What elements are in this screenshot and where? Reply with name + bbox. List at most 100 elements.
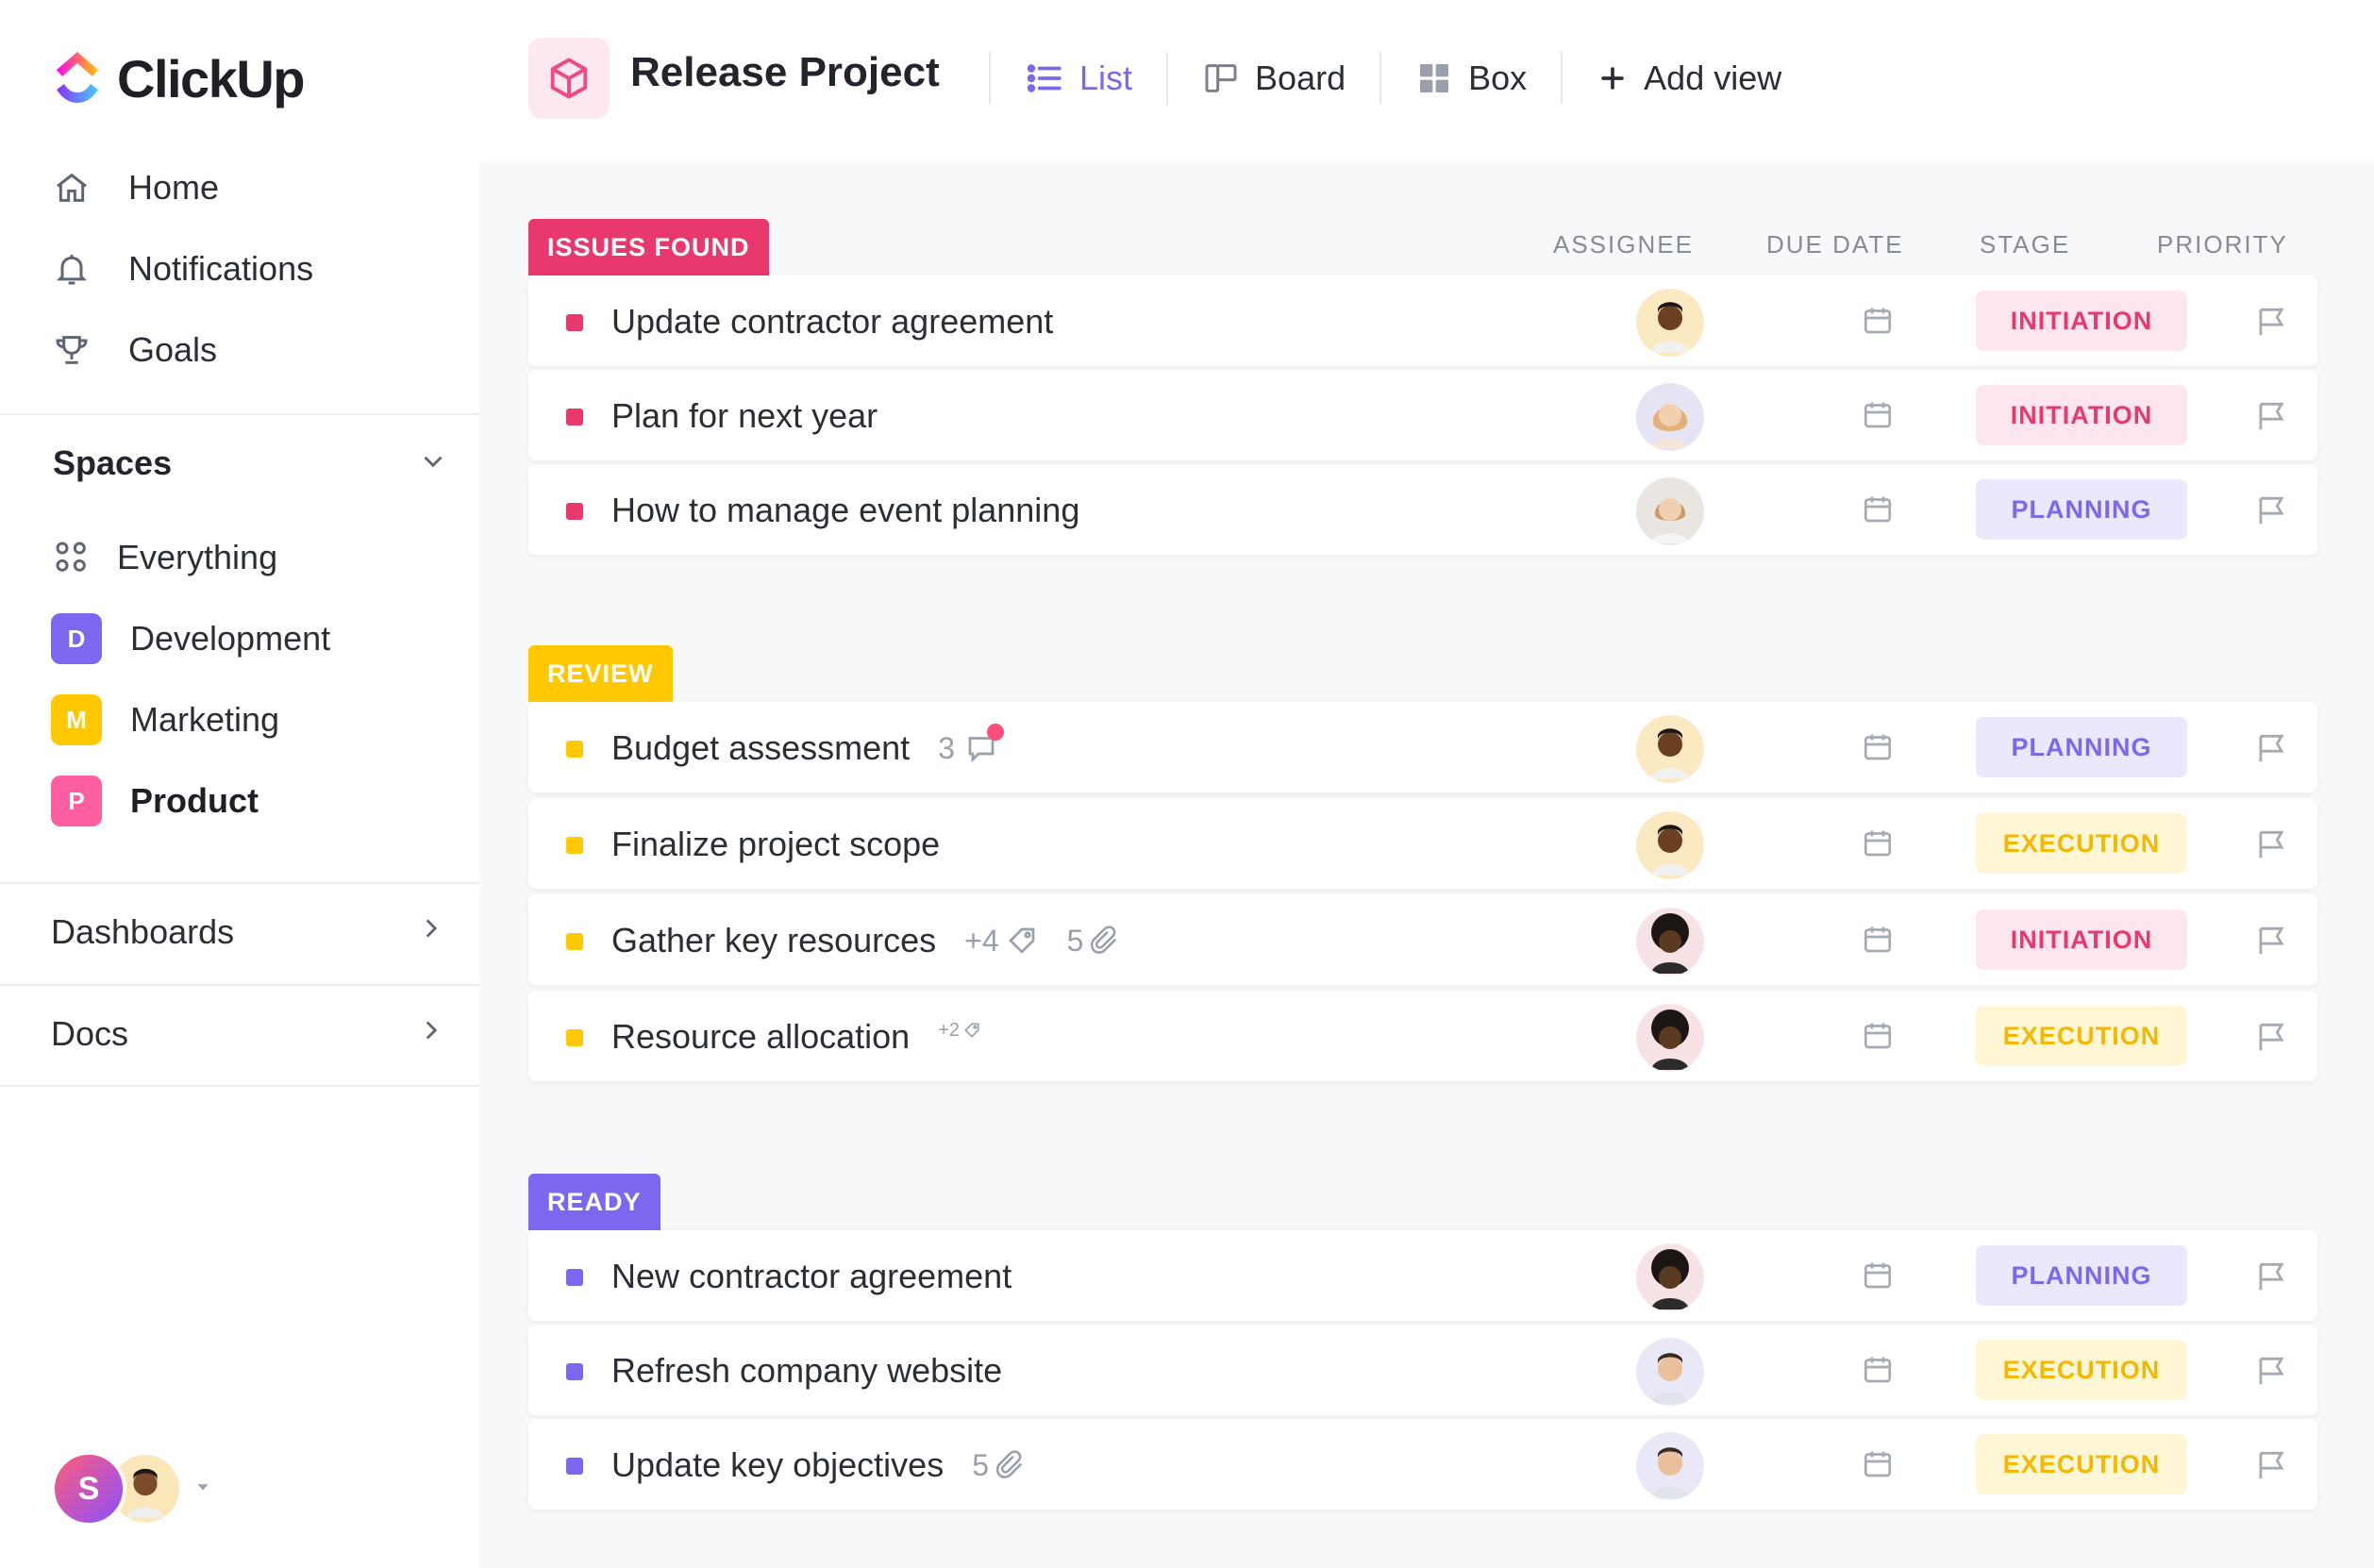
task-title: Update contractor agreement: [611, 302, 1054, 341]
bell-icon: [51, 248, 92, 290]
column-priority[interactable]: PRIORITY: [2157, 230, 2288, 259]
flag-icon[interactable]: [2253, 304, 2289, 344]
status-dot: [566, 1363, 583, 1380]
space-marketing[interactable]: M Marketing: [51, 679, 330, 760]
assignee-avatar[interactable]: [1636, 715, 1704, 783]
paperclip-icon: [1091, 926, 1117, 954]
task-name[interactable]: Gather key resources +4 5: [611, 921, 1121, 960]
stage-badge[interactable]: INITIATION: [1976, 909, 2187, 970]
spaces-header[interactable]: Spaces: [53, 440, 449, 487]
logo[interactable]: ClickUp: [51, 45, 306, 111]
tab-box[interactable]: Box: [1381, 45, 1561, 111]
calendar-icon[interactable]: [1861, 398, 1895, 437]
stage-badge[interactable]: PLANNING: [1976, 479, 2187, 540]
task-title: Resource allocation: [611, 1017, 911, 1056]
stage-badge[interactable]: EXECUTION: [1976, 813, 2187, 874]
calendar-icon[interactable]: [1861, 1447, 1895, 1486]
stage-badge[interactable]: EXECUTION: [1976, 1340, 2187, 1400]
stage-badge[interactable]: INITIATION: [1976, 291, 2187, 351]
flag-icon[interactable]: [2253, 1259, 2289, 1299]
task-name[interactable]: Budget assessment 3: [611, 724, 1004, 768]
task-name[interactable]: How to manage event planning: [611, 491, 1079, 530]
assignee-avatar[interactable]: [1636, 908, 1704, 976]
add-view-button[interactable]: Add view: [1563, 45, 1815, 111]
assignee-avatar[interactable]: [1636, 477, 1704, 545]
flag-icon[interactable]: [2253, 730, 2289, 771]
nav-goals[interactable]: Goals: [51, 309, 313, 391]
status-dot: [566, 1029, 583, 1046]
task-row[interactable]: Update contractor agreement INITIATION: [528, 275, 2317, 366]
chevron-down-icon[interactable]: [417, 445, 449, 482]
nav-home[interactable]: Home: [51, 147, 313, 228]
calendar-icon[interactable]: [1861, 826, 1895, 865]
column-stage[interactable]: STAGE: [1980, 230, 2070, 259]
calendar-icon[interactable]: [1861, 1353, 1895, 1392]
top-bar: Release Project List Board Box Add view: [479, 0, 2374, 162]
task-name[interactable]: Refresh company website: [611, 1351, 1002, 1391]
group-label-issues-found[interactable]: ISSUES FOUND: [528, 219, 769, 275]
stage-badge[interactable]: PLANNING: [1976, 717, 2187, 777]
calendar-icon[interactable]: [1861, 492, 1895, 531]
task-row[interactable]: Refresh company website EXECUTION: [528, 1325, 2317, 1415]
sidebar-dashboards[interactable]: Dashboards: [51, 882, 447, 982]
assignee-avatar[interactable]: [1636, 1004, 1704, 1072]
stage-badge[interactable]: EXECUTION: [1976, 1434, 2187, 1494]
assignee-avatar[interactable]: [1636, 1338, 1704, 1406]
calendar-icon[interactable]: [1861, 923, 1895, 961]
task-row[interactable]: Finalize project scope EXECUTION: [528, 798, 2317, 889]
sidebar-docs[interactable]: Docs: [51, 984, 447, 1084]
stage-badge[interactable]: INITIATION: [1976, 385, 2187, 445]
user-menu[interactable]: S: [51, 1451, 213, 1526]
stage-badge[interactable]: PLANNING: [1976, 1245, 2187, 1306]
add-view-label: Add view: [1644, 58, 1782, 97]
tab-list[interactable]: List: [991, 45, 1166, 111]
flag-icon[interactable]: [2253, 1447, 2289, 1488]
nav-notifications[interactable]: Notifications: [51, 228, 313, 309]
assignee-avatar[interactable]: [1636, 811, 1704, 879]
space-everything[interactable]: Everything: [51, 517, 330, 598]
calendar-icon[interactable]: [1861, 1019, 1895, 1058]
tab-board[interactable]: Board: [1168, 45, 1379, 111]
space-product[interactable]: P Product: [51, 760, 330, 842]
assignee-avatar[interactable]: [1636, 1432, 1704, 1500]
assignee-avatar[interactable]: [1636, 1243, 1704, 1311]
task-row[interactable]: Budget assessment 3 PLANNING: [528, 702, 2317, 792]
column-due-date[interactable]: DUE DATE: [1766, 230, 1904, 259]
flag-icon[interactable]: [2253, 398, 2289, 439]
task-name[interactable]: Update key objectives 5: [611, 1445, 1027, 1485]
tag-count[interactable]: +4: [964, 924, 1038, 959]
task-row[interactable]: Resource allocation +2 EXECUTION: [528, 991, 2317, 1081]
group-label-review[interactable]: REVIEW: [528, 645, 673, 702]
flag-icon[interactable]: [2253, 826, 2289, 867]
group-label-ready[interactable]: READY: [528, 1174, 660, 1230]
column-assignee[interactable]: ASSIGNEE: [1553, 230, 1694, 259]
task-name[interactable]: Update contractor agreement: [611, 302, 1053, 342]
task-name[interactable]: New contractor agreement: [611, 1257, 1011, 1296]
task-name[interactable]: Plan for next year: [611, 396, 878, 436]
comment-count[interactable]: 3: [938, 724, 1004, 766]
task-name[interactable]: Resource allocation +2: [611, 1017, 981, 1057]
task-row[interactable]: Plan for next year INITIATION: [528, 370, 2317, 460]
tag-count[interactable]: +2: [938, 1020, 981, 1042]
task-row[interactable]: New contractor agreement PLANNING: [528, 1230, 2317, 1321]
task-title: Refresh company website: [611, 1351, 1003, 1390]
flag-icon[interactable]: [2253, 1353, 2289, 1393]
flag-icon[interactable]: [2253, 492, 2289, 533]
calendar-icon[interactable]: [1861, 730, 1895, 769]
assignee-avatar[interactable]: [1636, 289, 1704, 357]
attachment-count[interactable]: 5: [972, 1448, 1027, 1483]
calendar-icon[interactable]: [1861, 1259, 1895, 1297]
task-row[interactable]: How to manage event planning PLANNING: [528, 464, 2317, 555]
calendar-icon[interactable]: [1861, 304, 1895, 342]
flag-icon[interactable]: [2253, 1019, 2289, 1059]
attachment-count[interactable]: 5: [1067, 924, 1122, 959]
task-row[interactable]: Update key objectives 5 EXECUTION: [528, 1419, 2317, 1510]
assignee-avatar[interactable]: [1636, 383, 1704, 451]
flag-icon[interactable]: [2253, 923, 2289, 963]
tab-board-label: Board: [1255, 58, 1346, 97]
task-name[interactable]: Finalize project scope: [611, 825, 940, 864]
app-window: ClickUp Home Notifications Goals Spaces …: [0, 0, 2374, 1568]
stage-badge[interactable]: EXECUTION: [1976, 1006, 2187, 1066]
task-row[interactable]: Gather key resources +4 5 INITIATION: [528, 894, 2317, 985]
space-development[interactable]: D Development: [51, 598, 330, 679]
